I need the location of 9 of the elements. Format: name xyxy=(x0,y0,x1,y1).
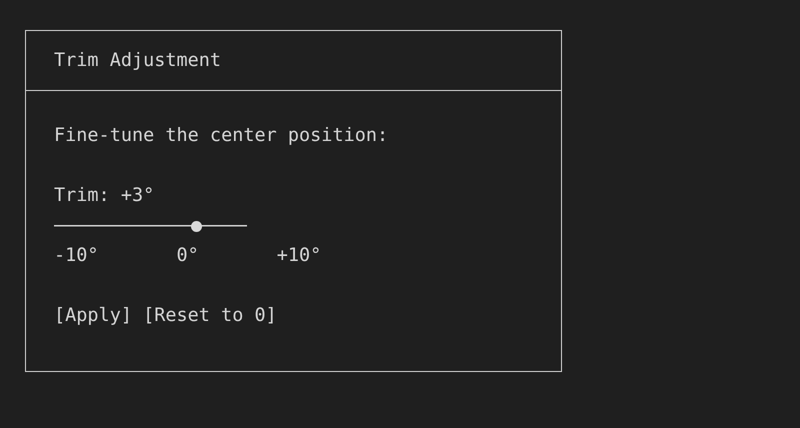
dialog-title: Trim Adjustment xyxy=(54,48,222,72)
tick-label: 0° xyxy=(176,244,199,268)
trim-label: Trim: +3° xyxy=(54,184,154,208)
tick-label: -10° xyxy=(54,244,99,268)
text-button[interactable]: [Reset to 0] xyxy=(143,301,277,331)
text-button[interactable]: [Apply] xyxy=(54,301,132,331)
slider-thumb[interactable] xyxy=(191,220,202,232)
prompt-text: Fine-tune the center position: xyxy=(54,124,388,148)
tick-label: +10° xyxy=(276,244,322,268)
